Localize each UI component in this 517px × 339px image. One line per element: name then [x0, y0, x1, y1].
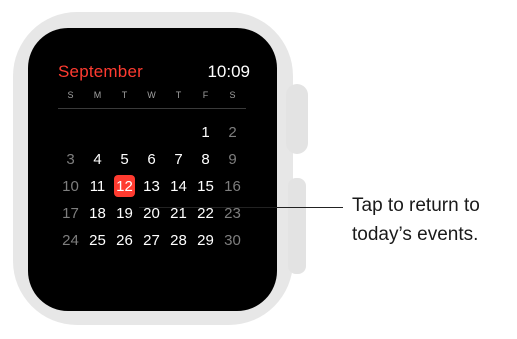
weekday-header: S M T W T F S — [57, 88, 247, 102]
day-cell[interactable]: 28 — [165, 227, 192, 254]
day-cell[interactable]: 3 — [57, 146, 84, 173]
day-cell[interactable]: 14 — [165, 173, 192, 200]
day-cell[interactable]: 10 — [57, 173, 84, 200]
day-cell[interactable]: 16 — [219, 173, 246, 200]
watch-screen: September 10:09 S M T W T F S 1234567891… — [28, 28, 277, 311]
day-cell[interactable]: 7 — [165, 146, 192, 173]
day-cell[interactable]: 29 — [192, 227, 219, 254]
callout-annotation: Tap to return to today’s events. — [352, 191, 480, 249]
day-number: 6 — [147, 151, 156, 168]
day-number: 13 — [143, 178, 160, 195]
callout-line-2: today’s events. — [352, 224, 479, 245]
day-number: 27 — [143, 232, 160, 249]
day-number: 15 — [197, 178, 214, 195]
day-number: 2 — [228, 124, 237, 141]
day-cell[interactable]: 2 — [219, 119, 246, 146]
day-number: 18 — [89, 205, 106, 222]
day-cell[interactable]: 19 — [111, 200, 138, 227]
day-cell[interactable]: 23 — [219, 200, 246, 227]
day-number: 16 — [224, 178, 241, 195]
day-cell[interactable]: 1 — [192, 119, 219, 146]
day-cell[interactable]: 22 — [192, 200, 219, 227]
side-button[interactable] — [288, 178, 306, 274]
month-day-grid: 1 2 3 4 5 6 7 8 9 10 11 12 13 14 15 16 17 18 19 20 21 22 23 24 2… — [57, 119, 247, 254]
weekday-label: W — [147, 90, 156, 100]
day-number: 12 — [116, 178, 133, 195]
empty-day-cell — [165, 119, 192, 146]
day-number: 5 — [120, 151, 129, 168]
day-cell[interactable]: 17 — [57, 200, 84, 227]
day-number: 14 — [170, 178, 187, 195]
day-cell[interactable]: 6 — [138, 146, 165, 173]
weekday-label: M — [93, 90, 102, 100]
empty-day-cell — [111, 119, 138, 146]
day-cell[interactable]: 24 — [57, 227, 84, 254]
weekday-label: S — [229, 90, 236, 100]
day-number: 26 — [116, 232, 133, 249]
weekday-label: T — [175, 90, 182, 100]
day-number: 30 — [224, 232, 241, 249]
day-number: 8 — [201, 151, 210, 168]
day-cell[interactable]: 8 — [192, 146, 219, 173]
month-title: September — [58, 62, 143, 81]
day-cell[interactable]: 11 — [84, 173, 111, 200]
callout-line — [139, 207, 343, 208]
day-cell[interactable]: 18 — [84, 200, 111, 227]
day-cell[interactable]: 25 — [84, 227, 111, 254]
callout-line-1: Tap to return to — [352, 195, 480, 216]
day-number: 19 — [116, 205, 133, 222]
day-number: 28 — [170, 232, 187, 249]
day-number: 9 — [228, 151, 237, 168]
day-cell[interactable]: 26 — [111, 227, 138, 254]
day-number: 29 — [197, 232, 214, 249]
day-cell[interactable]: 4 — [84, 146, 111, 173]
empty-day-cell — [57, 119, 84, 146]
day-number: 11 — [89, 178, 106, 195]
clock-time: 10:09 — [207, 62, 250, 81]
weekday-label: T — [121, 90, 128, 100]
day-number: 25 — [89, 232, 106, 249]
day-cell[interactable]: 27 — [138, 227, 165, 254]
day-cell[interactable]: 21 — [165, 200, 192, 227]
day-number: 3 — [66, 151, 75, 168]
day-cell[interactable]: 13 — [138, 173, 165, 200]
day-number: 4 — [93, 151, 102, 168]
day-cell[interactable]: 20 — [138, 200, 165, 227]
day-cell[interactable]: 5 — [111, 146, 138, 173]
day-cell[interactable]: 15 — [192, 173, 219, 200]
empty-day-cell — [84, 119, 111, 146]
day-number: 10 — [62, 178, 79, 195]
day-number: 7 — [174, 151, 183, 168]
day-number: 24 — [62, 232, 79, 249]
empty-day-cell — [138, 119, 165, 146]
day-number: 1 — [201, 124, 210, 141]
weekday-label: S — [67, 90, 74, 100]
day-cell[interactable]: 30 — [219, 227, 246, 254]
day-number: 17 — [62, 205, 79, 222]
weekday-label: F — [202, 90, 209, 100]
today-day-cell[interactable]: 12 — [111, 173, 138, 200]
day-cell[interactable]: 9 — [219, 146, 246, 173]
digital-crown[interactable] — [286, 84, 308, 154]
header-divider — [58, 108, 246, 109]
